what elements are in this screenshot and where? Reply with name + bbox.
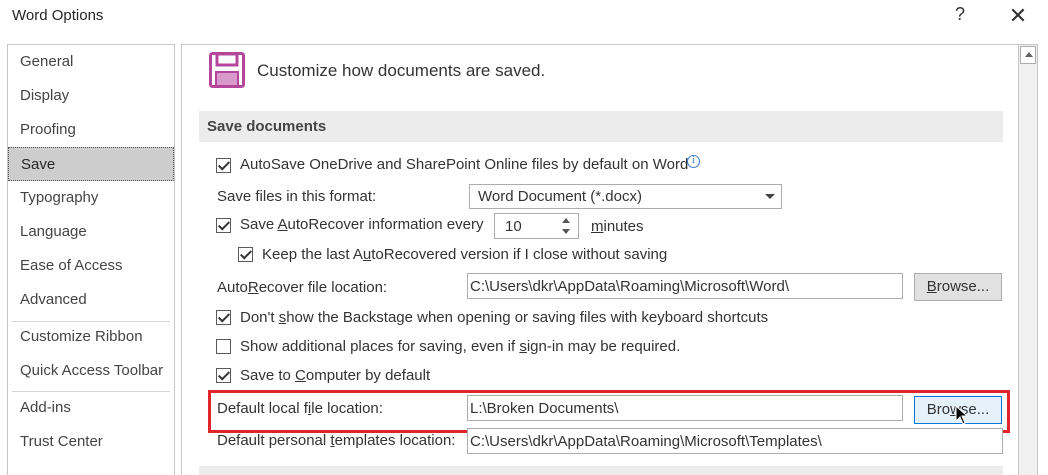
- nav-item-proofing[interactable]: Proofing: [8, 113, 174, 147]
- backstage-label: Don't show the Backstage when opening or…: [240, 309, 769, 326]
- help-button[interactable]: ?: [950, 4, 970, 28]
- save-to-computer-checkbox[interactable]: [216, 368, 231, 383]
- scroll-up-arrow-icon[interactable]: [1020, 46, 1036, 64]
- minutes-label: minutes: [591, 218, 644, 235]
- autorecover-minutes-value: 10: [505, 218, 522, 235]
- chevron-down-icon: [765, 194, 775, 199]
- nav-item-quick-access-toolbar[interactable]: Quick Access Toolbar: [8, 354, 174, 388]
- autorecover-location-label: AutoRecover file location:: [217, 279, 388, 296]
- save-floppy-icon: [209, 52, 245, 88]
- nav-item-ease-of-access[interactable]: Ease of Access: [8, 249, 174, 283]
- keep-last-checkbox[interactable]: [238, 247, 253, 262]
- highlight-box: [208, 390, 1010, 433]
- default-templates-location-label: Default personal templates location:: [217, 432, 456, 449]
- autorecover-location-field[interactable]: C:\Users\dkr\AppData\Roaming\Microsoft\W…: [467, 273, 903, 299]
- nav-item-add-ins[interactable]: Add-ins: [8, 391, 174, 425]
- close-button[interactable]: ✕: [1004, 3, 1032, 29]
- default-templates-location-field[interactable]: C:\Users\dkr\AppData\Roaming\Microsoft\T…: [467, 428, 1003, 454]
- save-format-dropdown[interactable]: Word Document (*.docx): [469, 184, 782, 209]
- additional-places-label: Show additional places for saving, even …: [240, 338, 681, 355]
- info-icon[interactable]: i: [687, 155, 700, 168]
- nav-item-typography[interactable]: Typography: [8, 181, 174, 215]
- keep-last-label: Keep the last AutoRecovered version if I…: [262, 246, 668, 263]
- save-format-value: Word Document (*.docx): [478, 188, 642, 205]
- autorecover-label: Save AutoRecover information every: [240, 216, 484, 233]
- title-bar: Word Options ? ✕: [0, 0, 1048, 34]
- options-nav: General Display Proofing Save Typography…: [7, 44, 175, 475]
- autosave-label: AutoSave OneDrive and SharePoint Online …: [240, 156, 689, 173]
- nav-item-general[interactable]: General: [8, 45, 174, 79]
- mouse-cursor-icon: [955, 405, 969, 425]
- nav-item-display[interactable]: Display: [8, 79, 174, 113]
- vertical-scrollbar[interactable]: [1018, 44, 1038, 475]
- nav-item-save[interactable]: Save: [8, 147, 174, 181]
- nav-item-language[interactable]: Language: [8, 215, 174, 249]
- backstage-checkbox[interactable]: [216, 310, 231, 325]
- next-section-header: [199, 466, 1003, 475]
- additional-places-checkbox[interactable]: [216, 339, 231, 354]
- nav-item-advanced[interactable]: Advanced: [8, 283, 174, 317]
- autorecover-minutes-stepper[interactable]: 10: [494, 213, 579, 239]
- autorecover-checkbox[interactable]: [216, 218, 231, 233]
- nav-item-trust-center[interactable]: Trust Center: [8, 425, 174, 459]
- window-title: Word Options: [12, 7, 104, 24]
- section-header: Save documents: [199, 111, 1003, 142]
- autorecover-browse-button[interactable]: Browse...: [914, 273, 1002, 301]
- format-label: Save files in this format:: [217, 188, 377, 205]
- save-to-computer-label: Save to Computer by default: [240, 367, 431, 384]
- nav-item-customize-ribbon[interactable]: Customize Ribbon: [8, 320, 174, 354]
- section-title: Save documents: [207, 118, 327, 135]
- page-heading: Customize how documents are saved.: [257, 61, 546, 80]
- autosave-checkbox[interactable]: [216, 158, 231, 173]
- spin-down-icon[interactable]: [562, 229, 570, 234]
- spin-up-icon[interactable]: [562, 218, 570, 223]
